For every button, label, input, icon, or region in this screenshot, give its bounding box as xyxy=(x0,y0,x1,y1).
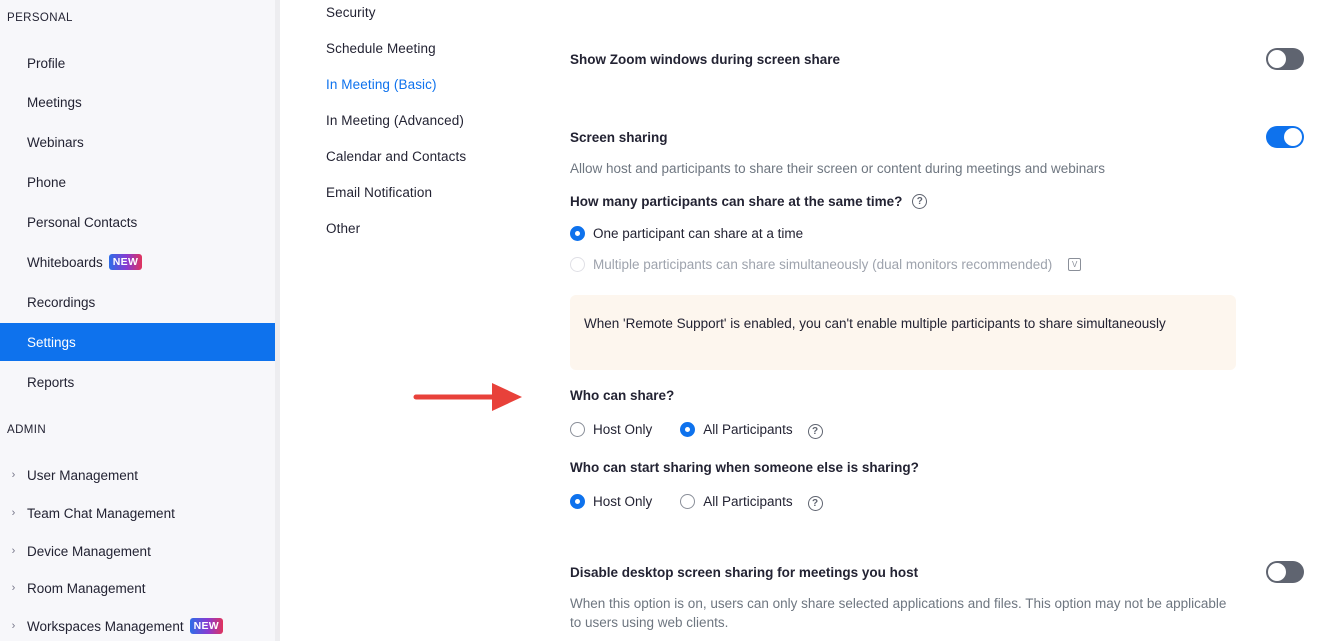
all-participants-label: All Participants xyxy=(703,422,793,437)
disable-desktop-sharing-description: When this option is on, users can only s… xyxy=(570,596,1227,630)
sidebar: PERSONAL Profile Meetings Webinars Phone… xyxy=(0,0,275,641)
chevron-right-icon: › xyxy=(11,469,16,481)
sidebar-item-device-management[interactable]: › Device Management xyxy=(0,536,275,566)
sidebar-item-recordings[interactable]: Recordings xyxy=(0,283,275,321)
screen-sharing-toggle[interactable] xyxy=(1266,126,1304,148)
remote-support-notice: When 'Remote Support' is enabled, you ca… xyxy=(570,295,1236,370)
annotation-arrow xyxy=(413,383,522,411)
tab-security[interactable]: Security xyxy=(326,5,376,20)
option-label: One participant can share at a time xyxy=(593,226,804,241)
radio-button[interactable] xyxy=(570,422,585,437)
help-icon[interactable]: ? xyxy=(912,194,928,209)
radio-button[interactable] xyxy=(680,494,696,509)
sidebar-item-label: Phone xyxy=(27,174,67,190)
tab-email-notification[interactable]: Email Notification xyxy=(326,185,432,200)
sidebar-item-profile[interactable]: Profile xyxy=(0,44,275,82)
disable-desktop-sharing-label: Disable desktop screen sharing for meeti… xyxy=(570,565,919,580)
how-many-participants-question: How many participants can share at the s… xyxy=(570,194,928,209)
sidebar-item-personal-contacts[interactable]: Personal Contacts xyxy=(0,203,275,241)
sidebar-item-workspaces-management[interactable]: › Workspaces Management NEW xyxy=(0,611,275,641)
sidebar-item-label: Room Management xyxy=(27,580,146,596)
help-icon[interactable]: ? xyxy=(807,424,823,439)
option-multiple-participants: Multiple participants can share simultan… xyxy=(570,257,1082,272)
sidebar-item-team-chat-management[interactable]: › Team Chat Management xyxy=(0,498,275,528)
sidebar-item-webinars[interactable]: Webinars xyxy=(0,123,275,161)
personal-section-heading: PERSONAL xyxy=(7,12,73,24)
sidebar-item-label: Reports xyxy=(27,374,75,390)
toggle-knob xyxy=(1268,50,1286,68)
show-zoom-windows-toggle[interactable] xyxy=(1266,48,1304,70)
sidebar-item-label: Team Chat Management xyxy=(27,505,175,521)
who-can-share-options: Host Only All Participants ? xyxy=(570,420,823,439)
radio-button xyxy=(570,257,585,272)
sidebar-item-label: Meetings xyxy=(27,94,82,110)
sidebar-item-meetings[interactable]: Meetings xyxy=(0,83,275,121)
question-text: How many participants can share at the s… xyxy=(570,194,903,209)
chevron-right-icon: › xyxy=(11,620,16,632)
sidebar-item-label: Settings xyxy=(27,334,76,350)
screen-sharing-description: Allow host and participants to share the… xyxy=(570,161,1106,176)
radio-button[interactable] xyxy=(570,226,585,241)
host-only-label: Host Only xyxy=(593,422,653,437)
sidebar-item-phone[interactable]: Phone xyxy=(0,163,275,201)
sidebar-item-label: Workspaces Management xyxy=(27,618,184,634)
option-one-participant[interactable]: One participant can share at a time xyxy=(570,226,803,241)
help-icon[interactable]: ? xyxy=(807,496,823,511)
radio-button[interactable] xyxy=(570,494,585,509)
sidebar-item-label: Whiteboards xyxy=(27,254,103,270)
sidebar-item-settings[interactable]: Settings xyxy=(0,323,275,361)
radio-button[interactable] xyxy=(680,422,696,437)
chevron-right-icon: › xyxy=(11,507,16,519)
sidebar-item-reports[interactable]: Reports xyxy=(0,363,275,401)
who-can-share-question: Who can share? xyxy=(570,388,675,403)
tab-calendar-and-contacts[interactable]: Calendar and Contacts xyxy=(326,149,466,164)
sidebar-item-label: Profile xyxy=(27,55,66,71)
tab-in-meeting-basic[interactable]: In Meeting (Basic) xyxy=(326,77,437,92)
who-can-start-sharing-options: Host Only All Participants ? xyxy=(570,492,823,511)
sidebar-item-whiteboards[interactable]: Whiteboards NEW xyxy=(0,243,275,281)
sidebar-item-label: User Management xyxy=(27,467,139,483)
sidebar-item-label: Device Management xyxy=(27,543,151,559)
tab-other[interactable]: Other xyxy=(326,221,360,236)
sidebar-item-label: Webinars xyxy=(27,134,84,150)
new-badge: NEW xyxy=(189,618,223,634)
new-badge: NEW xyxy=(108,254,143,270)
sidebar-divider xyxy=(275,0,280,641)
all-participants-label: All Participants xyxy=(703,494,793,509)
admin-section-heading: ADMIN xyxy=(7,424,47,436)
tab-schedule-meeting[interactable]: Schedule Meeting xyxy=(326,41,436,56)
lock-icon[interactable]: V xyxy=(1068,258,1082,271)
sidebar-item-label: Personal Contacts xyxy=(27,214,138,230)
sidebar-item-label: Recordings xyxy=(27,294,96,310)
disable-desktop-sharing-toggle[interactable] xyxy=(1266,561,1304,583)
who-can-start-sharing-question: Who can start sharing when someone else … xyxy=(570,460,919,475)
chevron-right-icon: › xyxy=(11,545,16,557)
chevron-right-icon: › xyxy=(11,582,16,594)
screen-sharing-label: Screen sharing xyxy=(570,130,668,145)
settings-content: Show Zoom windows during screen share Sc… xyxy=(570,0,1310,641)
toggle-knob xyxy=(1268,563,1286,581)
show-zoom-windows-label: Show Zoom windows during screen share xyxy=(570,52,841,67)
host-only-label: Host Only xyxy=(593,494,653,509)
toggle-knob xyxy=(1284,128,1302,146)
option-label: Multiple participants can share simultan… xyxy=(593,257,1053,272)
sidebar-item-room-management[interactable]: › Room Management xyxy=(0,573,275,603)
sidebar-item-user-management[interactable]: › User Management xyxy=(0,460,275,490)
tab-in-meeting-advanced[interactable]: In Meeting (Advanced) xyxy=(326,113,464,128)
